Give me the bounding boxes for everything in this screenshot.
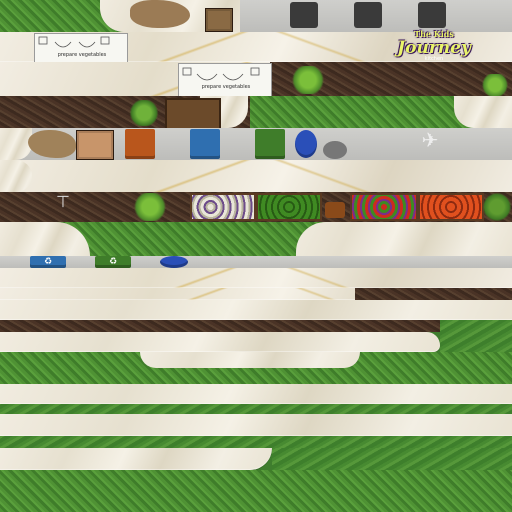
recycle-bin-green[interactable]: ♻ [95,256,131,268]
marble-stripe-4 [0,332,440,352]
produce-crate-mixed[interactable] [350,193,418,221]
bin-barrel-blue[interactable] [295,130,317,158]
recycle-icon: ♻ [108,257,118,267]
bin-blue[interactable] [190,129,220,159]
wooden-shelf[interactable] [165,98,221,130]
dark-tile-2[interactable] [354,2,382,28]
marble-band-6 [0,160,512,192]
barrel-grey[interactable] [323,141,347,159]
airplane-icon: ✈ [421,128,439,152]
concrete-recycle [0,256,512,268]
marble-stripe-1 [0,268,512,288]
grass-bottom-right [272,448,512,470]
bin-orange[interactable] [125,129,155,159]
produce-crate-cauliflower[interactable] [190,193,256,221]
root-vegetable-top[interactable] [130,0,190,28]
recipe-diagram-icon [182,67,260,81]
shrub-2[interactable] [482,193,512,221]
plant-1[interactable] [290,66,326,94]
recipe-sign-2-caption: prepare vegetables [201,84,251,90]
marble-stripe-5 [0,384,512,404]
produce-crate-tomatoes[interactable] [418,193,484,221]
logo-line2: Journey [397,38,471,58]
marble-stripe-7 [0,448,272,470]
recipe-sign-2[interactable] [178,63,272,97]
marble-curve-row4-right [454,96,512,128]
cardboard-box[interactable] [76,130,114,160]
marble-left-wedge [0,128,32,160]
grass-bottom [0,470,512,512]
grass-thin-2 [0,436,512,448]
soil-strip-left [0,320,512,332]
marble-stripe-6 [0,414,512,436]
grass-right-1 [440,320,512,352]
marble-stripe-3 [0,300,512,320]
produce-crate-peppers[interactable] [256,193,322,221]
recipe-sign-1-caption: prepare vegetables [57,52,107,58]
small-pot[interactable] [325,202,345,218]
curved-path-right [296,222,512,256]
plant-2[interactable] [480,74,510,96]
grass-thin-1 [0,404,512,414]
recycle-bin-blue[interactable]: ♻ [30,256,66,268]
dark-tile-1[interactable] [290,2,318,28]
dark-tile-3[interactable] [418,2,446,28]
bin-green[interactable] [255,129,285,159]
recycle-icon: ♻ [43,257,53,267]
logo[interactable]: The Kids Journey kitchen [396,30,472,64]
marble-left-pill [0,160,32,192]
soil-strip-right [355,288,512,300]
recipe-sign-1[interactable] [34,33,128,63]
potted-plant[interactable] [128,100,160,126]
marble-curve-lower [140,352,360,368]
barrel-blue-2[interactable] [160,256,188,268]
wood-crate-top[interactable] [205,8,233,32]
street-lamp-icon: ⊤ [56,192,70,211]
shrub-1[interactable] [132,193,168,221]
